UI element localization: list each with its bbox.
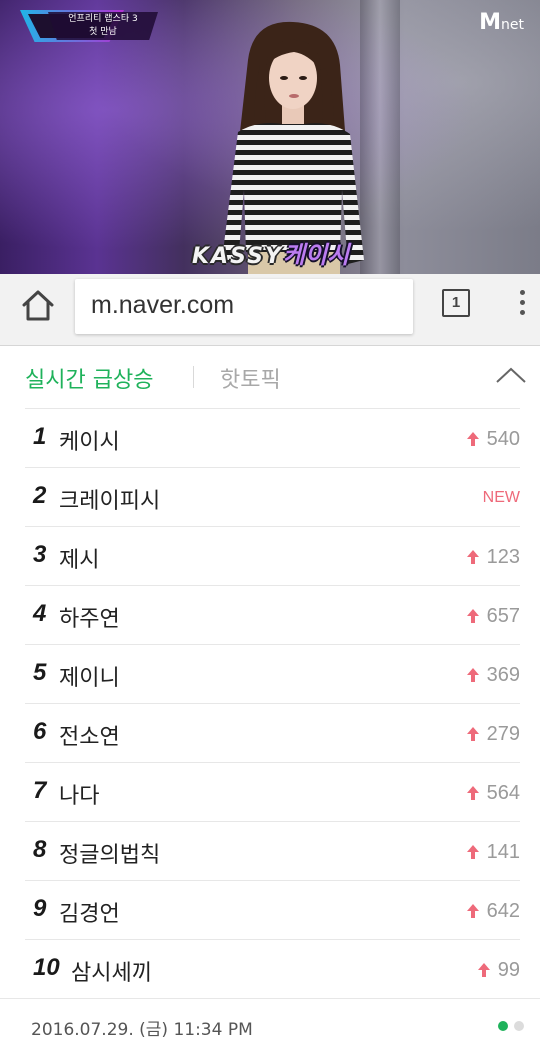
channel-logo-net: net — [501, 17, 524, 33]
arrow-up-icon — [466, 727, 479, 741]
page-indicator — [498, 1021, 530, 1031]
rank-number: 9 — [33, 895, 47, 922]
rank-number: 3 — [33, 541, 47, 568]
video-player[interactable]: 언프리티 랩스타 3 첫 만남 Mnet KASSY케이시 — [0, 0, 540, 274]
channel-logo-m: M — [479, 10, 502, 35]
rank-change-value: 540 — [486, 427, 520, 450]
show-caption: 언프리티 랩스타 3 첫 만남 — [48, 12, 158, 40]
rank-number: 7 — [33, 777, 47, 804]
rank-change: 642 — [466, 898, 520, 924]
tab-hot-topic[interactable]: 핫토픽 — [220, 362, 281, 394]
rank-change: 540 — [466, 426, 520, 452]
rank-change: 657 — [466, 603, 520, 629]
arrow-up-icon — [466, 550, 479, 564]
page-dot[interactable] — [498, 1021, 508, 1031]
rank-change-value: 642 — [486, 899, 520, 922]
rank-number: 6 — [33, 718, 47, 745]
arrow-up-icon — [477, 963, 490, 977]
subtitle-english: KASSY — [192, 244, 283, 269]
arrow-up-icon — [466, 904, 479, 918]
rank-change-value: 141 — [486, 840, 520, 863]
ranking-item[interactable]: 5 제이니 369 — [25, 644, 520, 703]
rank-change: 564 — [466, 780, 520, 806]
arrow-up-icon — [466, 432, 479, 446]
tab-switcher-button[interactable]: 1 — [442, 289, 470, 317]
ranking-item[interactable]: 8 정글의법칙 141 — [25, 821, 520, 880]
ranking-item[interactable]: 6 전소연 279 — [25, 703, 520, 762]
ranking-item[interactable]: 1 케이시 540 — [25, 408, 520, 467]
rank-number: 8 — [33, 836, 47, 863]
keyword-text: 김경언 — [59, 902, 120, 927]
rank-change-value: 369 — [486, 663, 520, 686]
keyword-text: 크레이피시 — [59, 489, 161, 514]
page-dot[interactable] — [514, 1021, 524, 1031]
rank-number: 5 — [33, 659, 47, 686]
rank-change: 279 — [466, 721, 520, 747]
home-icon[interactable] — [20, 288, 56, 324]
keyword-text: 하주연 — [59, 607, 120, 632]
ranking-item[interactable]: 9 김경언 642 — [25, 880, 520, 939]
arrow-up-icon — [466, 609, 479, 623]
keyword-text: 정글의법칙 — [59, 843, 161, 868]
rank-change-value: 123 — [486, 545, 520, 568]
rank-change-value: 564 — [486, 781, 520, 804]
keyword-text: 제이니 — [59, 666, 120, 691]
ranking-item[interactable]: 10 삼시세끼 99 — [25, 939, 520, 998]
keyword-text: 삼시세끼 — [71, 961, 152, 986]
rank-change-value: 99 — [497, 958, 520, 981]
rank-change: 141 — [466, 839, 520, 865]
rank-change-value: NEW — [482, 489, 520, 506]
subtitle-korean: 케이시 — [282, 241, 350, 269]
name-subtitle: KASSY케이시 — [192, 240, 349, 274]
channel-logo: Mnet — [479, 10, 524, 35]
more-vertical-icon[interactable] — [510, 290, 534, 320]
arrow-up-icon — [466, 845, 479, 859]
arrow-up-icon — [466, 668, 479, 682]
new-badge: NEW — [483, 485, 520, 511]
keyword-text: 전소연 — [59, 725, 120, 750]
rank-number: 10 — [33, 954, 60, 981]
show-caption-title: 언프리티 랩스타 3 — [68, 14, 138, 24]
keyword-text: 제시 — [59, 548, 100, 573]
update-timestamp: 2016.07.29. (금) 11:34 PM — [31, 1020, 253, 1040]
browser-toolbar: m.naver.com 1 — [0, 274, 540, 346]
rank-number: 2 — [33, 482, 47, 509]
ranking-item[interactable]: 7 나다 564 — [25, 762, 520, 821]
arrow-up-icon — [466, 786, 479, 800]
rank-change-value: 279 — [486, 722, 520, 745]
ranking-item[interactable]: 4 하주연 657 — [25, 585, 520, 644]
url-bar[interactable]: m.naver.com — [75, 279, 413, 334]
ranking-footer: 2016.07.29. (금) 11:34 PM — [0, 998, 540, 1051]
chevron-up-icon[interactable] — [494, 364, 528, 388]
ranking-list: 1 케이시 540 2 크레이피시 NEW 3 제시 123 4 하주연 657 5 제이니 369 6 전소연… — [25, 408, 520, 998]
rank-change: 369 — [466, 662, 520, 688]
keyword-text: 나다 — [59, 784, 100, 809]
tab-divider — [193, 366, 194, 388]
ranking-tabs: 실시간 급상승 핫토픽 — [0, 346, 540, 408]
rank-number: 4 — [33, 600, 47, 627]
performer-image — [222, 21, 364, 274]
show-caption-subtitle: 첫 만남 — [89, 27, 117, 37]
tab-realtime-rising[interactable]: 실시간 급상승 — [25, 362, 153, 394]
rank-change: 123 — [466, 544, 520, 570]
ranking-item[interactable]: 2 크레이피시 NEW — [25, 467, 520, 526]
realtime-ranking-panel: 실시간 급상승 핫토픽 1 케이시 540 2 크레이피시 NEW 3 제시 123 4 하주연 65… — [0, 346, 540, 1051]
rank-number: 1 — [33, 423, 47, 450]
rank-change: 99 — [477, 957, 520, 983]
ranking-item[interactable]: 3 제시 123 — [25, 526, 520, 585]
keyword-text: 케이시 — [59, 430, 120, 455]
url-text: m.naver.com — [91, 291, 235, 319]
rank-change-value: 657 — [486, 604, 520, 627]
